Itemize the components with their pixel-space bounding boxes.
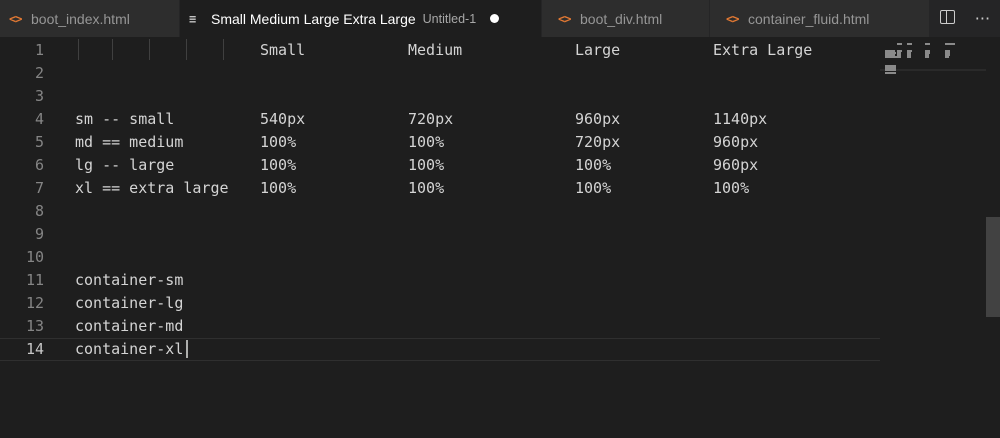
code-text: Large (575, 41, 621, 59)
text-file-icon: ≡ (189, 11, 196, 26)
code-line[interactable]: 1 Small Medium Large Extra Large (0, 39, 880, 62)
indent-guide (149, 39, 150, 60)
code-text: container-sm (75, 271, 184, 289)
tab-boot-div[interactable]: <> boot_div.html (542, 0, 710, 37)
tab-label: Small Medium Large Extra Large (211, 10, 416, 27)
code-text: lg -- large (75, 156, 175, 174)
tab-boot-index[interactable]: <> boot_index.html (0, 0, 180, 37)
code-line[interactable]: 2 (0, 62, 880, 85)
line-number: 4 (34, 110, 44, 128)
indent-guide (186, 39, 187, 60)
line-number: 9 (34, 225, 44, 243)
line-number: 2 (34, 64, 44, 82)
html-icon: <> (558, 11, 571, 26)
tab-label: boot_div.html (580, 10, 663, 27)
line-number: 11 (25, 271, 44, 289)
code-line[interactable]: 3 (0, 85, 880, 108)
code-line[interactable]: 9 (0, 223, 880, 246)
code-text: Small (260, 41, 306, 59)
tab-description: Untitled-1 (422, 11, 477, 26)
line-number: 1 (34, 41, 44, 59)
code-line[interactable]: 6 lg -- large 100% 100% 100% 960px (0, 154, 880, 177)
code-line[interactable]: 12 container-lg (0, 292, 880, 315)
code-text: 100% (408, 156, 445, 174)
html-icon: <> (726, 11, 739, 26)
code-text: 100% (575, 156, 612, 174)
tab-label: boot_index.html (31, 10, 130, 27)
tab-container-fluid[interactable]: <> container_fluid.html (710, 0, 930, 37)
line-number: 7 (34, 179, 44, 197)
scrollbar-thumb[interactable] (986, 217, 1000, 317)
line-number: 5 (34, 133, 44, 151)
code-line[interactable]: 4 sm -- small 540px 720px 960px 1140px (0, 108, 880, 131)
line-number: 6 (34, 156, 44, 174)
minimap-segment (925, 43, 930, 45)
tab-bar: <> boot_index.html ≡ Small Medium Large … (0, 0, 1000, 37)
tab-untitled-1[interactable]: ≡ Small Medium Large Extra Large Untitle… (180, 0, 542, 37)
code-text: Medium (408, 41, 463, 59)
code-text: 100% (408, 179, 445, 197)
indent-guide (78, 39, 79, 60)
code-line[interactable]: 11 container-sm (0, 269, 880, 292)
code-line[interactable]: 7 xl == extra large 100% 100% 100% 100% (0, 177, 880, 200)
code-text: 720px (408, 110, 454, 128)
code-text: 1140px (713, 110, 768, 128)
code-text: 100% (260, 179, 297, 197)
code-text: Extra Large (713, 41, 813, 59)
code-text: 100% (575, 179, 612, 197)
split-editor-icon[interactable] (939, 9, 955, 28)
code-text: 960px (713, 156, 759, 174)
line-number: 10 (25, 248, 44, 266)
minimap-segment (925, 56, 929, 59)
code-text: sm -- small (75, 110, 175, 128)
minimap-segment (885, 71, 896, 74)
code-text: 540px (260, 110, 306, 128)
tab-label: container_fluid.html (748, 10, 870, 27)
code-line[interactable]: 14 container-xl (0, 338, 880, 361)
html-icon: <> (9, 11, 22, 26)
more-actions-icon[interactable]: ··· (975, 9, 990, 28)
code-text: 960px (575, 110, 621, 128)
code-text: container-xl (75, 340, 184, 358)
code-text: xl == extra large (75, 179, 229, 197)
minimap-segment (945, 56, 949, 59)
minimap-segment (897, 43, 902, 45)
line-number: 8 (34, 202, 44, 220)
minimap[interactable] (880, 37, 986, 438)
unsaved-dot-icon[interactable] (490, 14, 500, 23)
indent-guide (223, 39, 224, 60)
code-text: 100% (408, 133, 445, 151)
code-line[interactable]: 5 md == medium 100% 100% 720px 960px (0, 131, 880, 154)
minimap-segment (897, 56, 901, 59)
code-text: 100% (260, 133, 297, 151)
vertical-scrollbar[interactable] (986, 37, 1000, 438)
code-text: 100% (260, 156, 297, 174)
minimap-segment (907, 56, 911, 59)
code-text: md == medium (75, 133, 184, 151)
code-text: 100% (713, 179, 750, 197)
code-editor[interactable]: 1 Small Medium Large Extra Large 2 3 4 sm -- sma… (0, 37, 986, 438)
code-line[interactable]: 13 container-md (0, 315, 880, 338)
code-text: 720px (575, 133, 621, 151)
code-text: container-lg (75, 294, 184, 312)
code-line[interactable]: 10 (0, 246, 880, 269)
line-number: 13 (25, 317, 44, 335)
text-cursor (186, 340, 188, 358)
code-line[interactable]: 8 (0, 200, 880, 223)
line-number: 3 (34, 87, 44, 105)
line-number: 12 (25, 294, 44, 312)
minimap-segment (907, 43, 912, 45)
indent-guide (112, 39, 113, 60)
line-number: 14 (25, 340, 44, 358)
code-text: 960px (713, 133, 759, 151)
minimap-segment (945, 43, 955, 45)
code-text: container-md (75, 317, 184, 335)
editor-actions: ··· (930, 0, 1000, 37)
